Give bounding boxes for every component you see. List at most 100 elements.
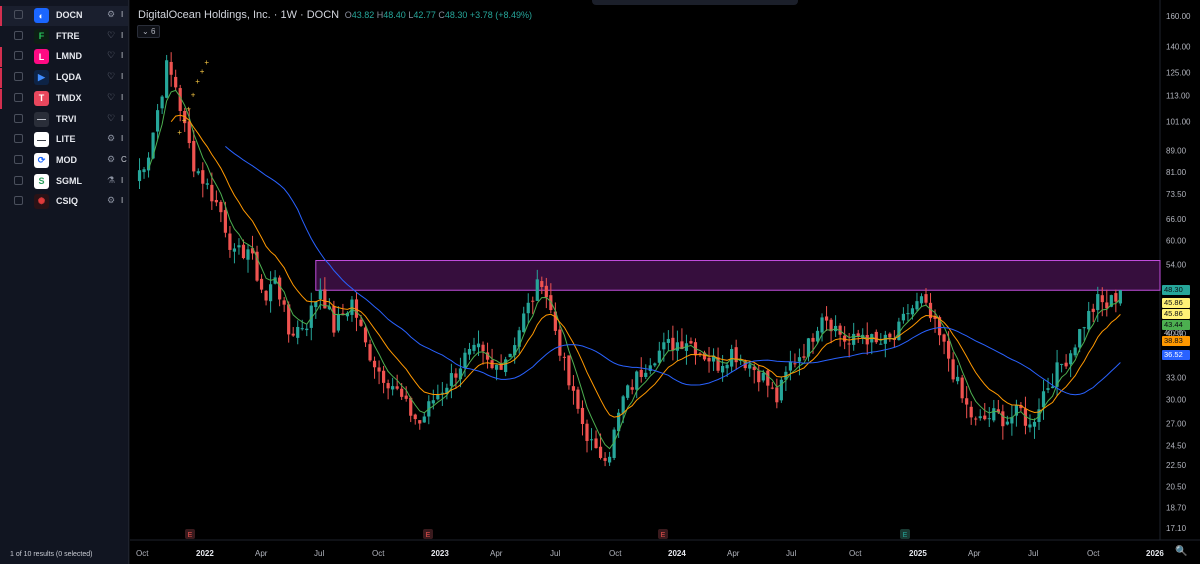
candle-body: [1069, 353, 1073, 365]
signal-marker: +: [195, 77, 200, 86]
select-checkbox[interactable]: [14, 30, 23, 40]
heart-icon[interactable]: ♡: [106, 71, 116, 81]
candle-body: [540, 281, 544, 288]
flask-icon[interactable]: ⚗: [106, 175, 116, 185]
watchlist-item-lmnd[interactable]: L LMND ♡ I: [0, 47, 128, 68]
candle-body: [725, 364, 729, 369]
select-checkbox[interactable]: [14, 134, 23, 144]
heart-icon[interactable]: ♡: [106, 113, 116, 123]
company-logo-icon: —: [34, 132, 49, 148]
candle-body: [169, 61, 173, 75]
candle-body: [879, 343, 883, 345]
heart-icon[interactable]: ♡: [106, 50, 116, 60]
watchlist-item-ftre[interactable]: F FTRE ♡ I: [0, 27, 128, 47]
price-chart[interactable]: 160.00 140.00 125.00 113.00 101.00 89.00 81.00…: [130, 0, 1200, 564]
candle-body: [1087, 310, 1091, 330]
select-checkbox[interactable]: [14, 92, 23, 102]
watchlist-symbol: LMND: [56, 51, 82, 62]
candle-body: [630, 387, 634, 390]
watchlist-item-tmdx[interactable]: T TMDX ♡ I: [0, 88, 128, 109]
candle-body: [1005, 421, 1009, 425]
candle-body: [644, 372, 648, 377]
signal-marker: +: [182, 116, 187, 125]
earnings-marker: E: [900, 529, 910, 539]
earnings-marker-label: E: [661, 532, 666, 539]
earnings-marker-label: E: [188, 532, 193, 539]
candle-body: [531, 300, 535, 302]
select-checkbox[interactable]: [14, 113, 23, 123]
candle-body: [1100, 295, 1104, 303]
candle-body: [454, 373, 458, 378]
watchlist-item-mod[interactable]: ⟳ MOD ⚙ C: [0, 151, 128, 171]
x-tick-label: Apr: [968, 549, 981, 558]
symbol-title[interactable]: DigitalOcean Holdings, Inc. · 1W · DOCN: [138, 9, 339, 21]
select-checkbox[interactable]: [14, 196, 23, 206]
indicators-toggle-button[interactable]: ⌄ 6: [137, 25, 161, 38]
select-checkbox[interactable]: [14, 10, 23, 19]
candle-body: [1096, 294, 1100, 311]
truncated-column: I: [121, 72, 124, 82]
flag-marker: [0, 68, 2, 89]
zoom-icon[interactable]: 🔍: [1175, 546, 1187, 558]
candle-body: [662, 342, 666, 350]
price-tag-ma2: 45.86: [1162, 309, 1190, 319]
watchlist-item-csiq[interactable]: ✺ CSIQ ⚙ I: [0, 192, 128, 212]
watchlist-item-trvi[interactable]: — TRVI ♡ I: [0, 110, 128, 130]
truncated-column: I: [121, 134, 124, 144]
candle-body: [305, 328, 309, 331]
watchlist-item-lite[interactable]: — LITE ⚙ I: [0, 130, 128, 150]
candle-body: [422, 416, 426, 423]
floating-toolbar[interactable]: [592, 0, 798, 5]
candle-body: [1032, 421, 1037, 427]
company-logo-icon: F: [34, 28, 49, 44]
candle-body: [264, 290, 268, 301]
candle-body: [888, 333, 892, 338]
x-tick-label: 2026: [1146, 549, 1164, 558]
candle-body: [382, 370, 386, 383]
candle-body: [571, 386, 576, 391]
watchlist-symbol: TRVI: [56, 113, 77, 124]
candle-body: [707, 357, 711, 362]
chart-pane[interactable]: 160.00 140.00 125.00 113.00 101.00 89.00 81.00…: [130, 0, 1200, 564]
watchlist-item-sgml[interactable]: S SGML ⚗ I: [0, 172, 128, 192]
candle-body: [1114, 293, 1118, 302]
y-tick-label: 160.00: [1166, 12, 1191, 21]
candle-body: [1118, 290, 1122, 304]
candle-body: [635, 371, 639, 390]
y-tick-label: 66.00: [1166, 215, 1187, 224]
candle-body: [906, 313, 910, 315]
candle-body: [919, 296, 924, 304]
watchlist-item-docn[interactable]: ◐ DOCN ⚙ I: [0, 6, 128, 26]
candle-body: [269, 284, 273, 302]
heart-icon[interactable]: ♡: [106, 92, 116, 102]
candle-body: [1041, 391, 1046, 408]
settings-icon[interactable]: ⚙: [106, 195, 116, 205]
watchlist-symbol: CSIQ: [56, 196, 79, 207]
y-tick-label: 125.00: [1166, 69, 1191, 78]
heart-icon[interactable]: ♡: [106, 30, 116, 40]
candle-body: [259, 278, 264, 290]
settings-icon[interactable]: ⚙: [106, 9, 116, 19]
candle-body: [336, 314, 340, 331]
candle-body: [671, 337, 675, 351]
candle-body: [1073, 347, 1077, 356]
candle-body: [214, 199, 218, 203]
signal-marker: +: [204, 58, 209, 67]
resistance-zone: [315, 260, 1161, 291]
settings-icon[interactable]: ⚙: [106, 133, 116, 143]
select-checkbox[interactable]: [14, 154, 23, 164]
candle-body: [947, 340, 951, 359]
select-checkbox[interactable]: [14, 72, 23, 82]
watchlist-item-lqda[interactable]: ▶ LQDA ♡ I: [0, 68, 128, 89]
candle-body: [463, 352, 467, 369]
y-tick-label: 81.00: [1166, 168, 1187, 177]
select-checkbox[interactable]: [14, 51, 23, 61]
settings-icon[interactable]: ⚙: [106, 154, 116, 164]
signal-marker: +: [186, 105, 191, 114]
company-logo-icon: ⟳: [34, 152, 49, 168]
candle-body: [594, 438, 598, 449]
candle-body: [847, 343, 851, 345]
watchlist-sidebar: ◐ DOCN ⚙ I F FTRE ♡ I L LMND ♡ I ▶ LQDA ♡ I T TMDX ♡ I — TRVI…: [0, 0, 129, 564]
candle-body: [820, 317, 824, 333]
select-checkbox[interactable]: [14, 175, 23, 185]
